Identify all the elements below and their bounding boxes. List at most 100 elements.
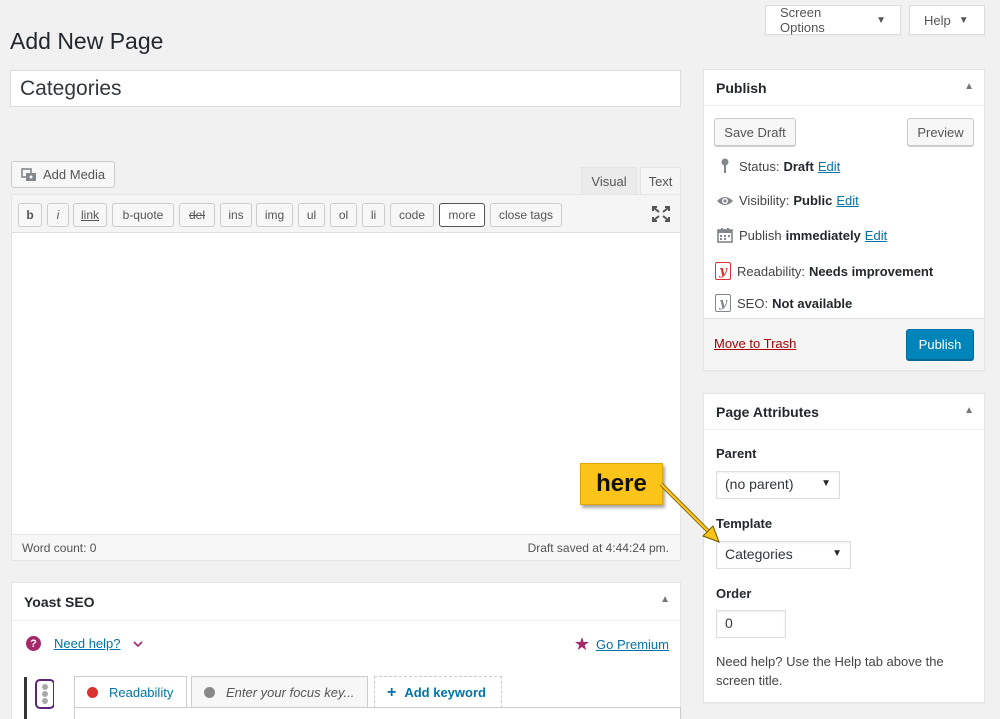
plus-icon: +	[387, 683, 397, 701]
go-premium-link[interactable]: Go Premium	[596, 637, 669, 652]
seo-status-icon	[204, 687, 215, 698]
readability-row: y Readability: Needs improvement	[715, 262, 933, 280]
seo-value: Not available	[772, 295, 853, 311]
qt-bquote-button[interactable]: b-quote	[112, 203, 174, 227]
tab-readability-label: Readability	[109, 685, 174, 700]
edit-schedule-link[interactable]: Edit	[865, 228, 887, 243]
caret-down-icon: ▼	[876, 14, 886, 26]
tab-focus-keyword[interactable]: Enter your focus key...	[191, 676, 368, 708]
yoast-title: Yoast SEO	[24, 594, 95, 610]
qt-bold-button[interactable]: b	[18, 203, 42, 227]
order-label: Order	[716, 586, 752, 601]
help-button[interactable]: Help ▼	[909, 5, 985, 35]
here-callout: here	[580, 463, 663, 505]
add-media-label: Add Media	[43, 167, 106, 182]
add-keyword-button[interactable]: + Add keyword	[374, 676, 502, 708]
seo-row: y SEO: Not available	[715, 294, 852, 312]
caret-down-icon: ▼	[958, 14, 969, 26]
editor-statusbar: Word count: 0 Draft saved at 4:44:24 pm.	[12, 534, 680, 560]
visibility-row: Visibility: Public Edit	[715, 193, 859, 208]
publish-box: Publish ▲ Save Draft Preview Status: Dra…	[703, 69, 985, 371]
collapse-arrow-icon[interactable]: ▲	[964, 81, 974, 92]
star-icon: ★	[573, 634, 591, 654]
tab-visual[interactable]: Visual	[581, 167, 637, 194]
pin-icon	[715, 158, 735, 174]
qt-ul-button[interactable]: ul	[298, 203, 325, 227]
parent-label: Parent	[716, 446, 757, 461]
title-input[interactable]: Categories	[10, 70, 681, 107]
dropdown-arrow-icon: ▼	[821, 478, 831, 489]
qt-ins-button[interactable]: ins	[220, 203, 252, 227]
go-premium[interactable]: ★ Go Premium	[573, 634, 669, 654]
need-help-link[interactable]: Need help?	[54, 636, 121, 651]
yoast-help-toggle[interactable]: ? Need help?	[26, 636, 143, 651]
tab-readability[interactable]: Readability	[74, 676, 187, 708]
word-count: Word count: 0	[22, 541, 97, 555]
visibility-label: Visibility:	[739, 193, 790, 208]
qt-img-button[interactable]: img	[256, 203, 293, 227]
readability-label: Readability:	[737, 263, 805, 279]
edit-visibility-link[interactable]: Edit	[836, 193, 858, 208]
page-title: Add New Page	[10, 28, 164, 54]
visibility-value: Public	[793, 193, 833, 208]
save-draft-button[interactable]: Save Draft	[714, 118, 796, 146]
draft-saved-status: Draft saved at 4:44:24 pm.	[527, 541, 669, 555]
help-label: Help	[924, 12, 951, 28]
qt-li-button[interactable]: li	[362, 203, 385, 227]
publish-button[interactable]: Publish	[906, 329, 974, 360]
status-value: Draft	[783, 158, 814, 174]
editor: b i link b-quote del ins img ul ol li co…	[11, 194, 681, 561]
preview-button[interactable]: Preview	[907, 118, 974, 146]
schedule-row: Publish immediately Edit	[715, 227, 887, 243]
qt-link-button[interactable]: link	[73, 203, 107, 227]
eye-icon	[715, 195, 735, 207]
yoast-header[interactable]: Yoast SEO ▲	[12, 583, 680, 621]
qt-code-button[interactable]: code	[390, 203, 434, 227]
template-select[interactable]: Categories ▼	[716, 541, 851, 569]
quicktags-toolbar: b i link b-quote del ins img ul ol li co…	[12, 195, 680, 233]
qt-ol-button[interactable]: ol	[330, 203, 357, 227]
qt-more-button[interactable]: more	[439, 203, 485, 227]
question-icon: ?	[26, 636, 41, 651]
collapse-arrow-icon[interactable]: ▲	[660, 594, 670, 605]
publish-box-header[interactable]: Publish ▲	[704, 70, 984, 106]
dropdown-arrow-icon: ▼	[832, 548, 842, 559]
readability-value: Needs improvement	[808, 263, 934, 279]
qt-close-tags-button[interactable]: close tags	[490, 203, 562, 227]
parent-select[interactable]: (no parent) ▼	[716, 471, 840, 499]
add-media-button[interactable]: Add Media	[11, 161, 116, 188]
qt-del-button[interactable]: del	[179, 203, 215, 227]
chevron-down-icon	[132, 637, 143, 651]
focus-keyword-placeholder: Enter your focus key...	[226, 685, 355, 700]
move-to-trash-link[interactable]: Move to Trash	[714, 336, 796, 351]
order-input[interactable]: 0	[716, 610, 786, 638]
page-attributes-title: Page Attributes	[716, 404, 819, 420]
traffic-light-icon	[24, 677, 55, 719]
yoast-tab-panel	[74, 707, 681, 719]
template-select-value: Categories	[725, 546, 793, 562]
screen-options-button[interactable]: Screen Options ▼	[765, 5, 901, 35]
media-icon	[21, 167, 37, 182]
publish-box-title: Publish	[716, 80, 767, 96]
collapse-arrow-icon[interactable]: ▲	[964, 405, 974, 416]
fullscreen-icon[interactable]	[652, 206, 670, 222]
page-attributes-header[interactable]: Page Attributes ▲	[704, 394, 984, 430]
calendar-icon	[715, 227, 735, 243]
publish-actions: Move to Trash Publish	[704, 318, 984, 370]
seo-label: SEO:	[737, 295, 769, 311]
status-row: Status: Draft Edit	[715, 158, 840, 174]
qt-italic-button[interactable]: i	[47, 203, 69, 227]
readability-status-icon	[87, 687, 98, 698]
yoast-readability-icon: y	[715, 262, 731, 280]
tab-text[interactable]: Text	[640, 167, 681, 194]
edit-status-link[interactable]: Edit	[818, 159, 840, 174]
yoast-seo-icon: y	[715, 294, 731, 312]
page-attributes-box: Page Attributes ▲ Parent (no parent) ▼ T…	[703, 393, 985, 703]
publish-when-value: immediately	[785, 227, 861, 243]
callout-arrow-icon	[659, 482, 720, 543]
add-keyword-label: Add keyword	[404, 685, 486, 700]
publish-label: Publish	[739, 227, 782, 243]
screen-options-label: Screen Options	[780, 5, 825, 35]
status-label: Status:	[739, 158, 780, 174]
page-attributes-help: Need help? Use the Help tab above the sc…	[716, 654, 944, 688]
